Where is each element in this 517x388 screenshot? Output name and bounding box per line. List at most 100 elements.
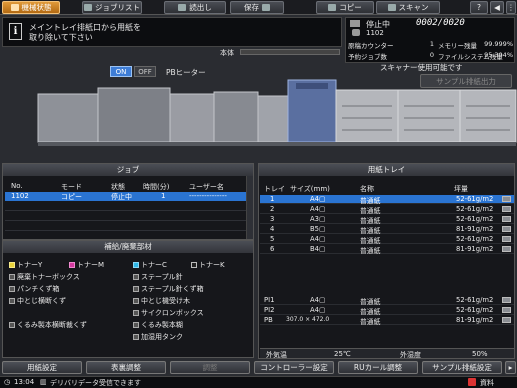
current-job-number: 1102 bbox=[366, 29, 384, 37]
paper-swatch-icon bbox=[502, 216, 511, 222]
next-arrow-icon[interactable]: ▸ bbox=[505, 361, 516, 374]
job-scrollbar[interactable] bbox=[246, 176, 253, 239]
unit-folder[interactable] bbox=[213, 91, 259, 143]
printer-icon bbox=[350, 20, 360, 27]
unit-relay[interactable] bbox=[257, 95, 289, 143]
tray-panel-title: 用紙トレイ bbox=[259, 164, 514, 176]
user-icon bbox=[352, 29, 360, 36]
paper-swatch-icon bbox=[502, 307, 511, 313]
paper-swatch-icon bbox=[502, 206, 511, 212]
unit-bookbinder[interactable] bbox=[97, 87, 171, 143]
scanner-status: スキャナー使用可能です bbox=[380, 63, 463, 72]
unit-main-body[interactable] bbox=[287, 79, 337, 143]
more-icon[interactable]: ⋮ bbox=[506, 1, 516, 14]
tray-row-3[interactable]: 3 A3▢ 普通紙 52-61g/m2 bbox=[260, 215, 514, 225]
message-panel: i メイントレイ排紙口から用紙を 取り除いて下さい bbox=[2, 17, 342, 47]
toner-y-icon bbox=[9, 262, 15, 268]
supply-toner-k: トナーK bbox=[191, 260, 225, 270]
job-table-header: No. モード 状態 時間(分) ユーザー名 bbox=[11, 182, 224, 191]
paper-settings-button[interactable]: 用紙設定 bbox=[2, 361, 82, 374]
supply-waste-toner: 廃棄トナーボックス bbox=[9, 272, 80, 282]
supply-cyclone-box: サイクロンボックス bbox=[133, 308, 204, 318]
environment-readout: 外気温 25℃ 外湿度 50% bbox=[260, 348, 514, 359]
tab-machine-status[interactable]: 機械状態 bbox=[2, 1, 60, 14]
tab-job-list[interactable]: ジョブリスト bbox=[82, 1, 142, 14]
job-row[interactable]: 1102 コピー 停止中 1 --------------- bbox=[5, 192, 251, 201]
copy-icon bbox=[328, 4, 337, 11]
tab-copy[interactable]: コピー bbox=[316, 1, 374, 14]
machine-icon bbox=[10, 4, 19, 11]
unit-paper-feeder-2[interactable] bbox=[397, 89, 461, 143]
job-list-icon bbox=[84, 4, 92, 11]
cyclone-box-icon bbox=[133, 310, 139, 316]
supply-binder-glue: くるみ製本糊 bbox=[133, 320, 183, 330]
job-panel-title: ジョブ bbox=[3, 164, 253, 176]
tray-row-pb[interactable]: PB 307.0 × 472.0 普通紙 81-91g/m2 bbox=[260, 316, 514, 326]
ru-curl-adjust-button[interactable]: RUカール調整 bbox=[338, 361, 418, 374]
status-panel: 停止中 0002/0020 1102 原稿カウンター 1 メモリー残量 99.9… bbox=[345, 17, 515, 63]
unit-paper-feeder-3[interactable] bbox=[459, 89, 517, 143]
tray-row-4[interactable]: 4 B5▢ 普通紙 81-91g/m2 bbox=[260, 225, 514, 235]
tray-table-header: トレイ サイズ(mm) 名称 坪量 bbox=[264, 185, 468, 193]
waste-toner-icon bbox=[9, 274, 15, 280]
save-icon bbox=[262, 4, 270, 11]
help-icon[interactable]: ? bbox=[470, 1, 488, 14]
toner-c-icon bbox=[133, 262, 139, 268]
paper-swatch-icon bbox=[502, 236, 511, 242]
supply-saddle-wood: 中とじ機受け木 bbox=[133, 296, 190, 306]
supply-punch-waste: パンチくず箱 bbox=[9, 284, 59, 294]
binder-trim-icon bbox=[9, 322, 15, 328]
tray-row-5[interactable]: 5 A4▢ 普通紙 52-61g/m2 bbox=[260, 235, 514, 245]
supply-humidifier-tank: 加湿用タンク bbox=[133, 332, 183, 342]
unit-finisher[interactable] bbox=[37, 93, 99, 143]
toner-m-icon bbox=[69, 262, 75, 268]
machine-illustration bbox=[37, 79, 517, 146]
alert-icon bbox=[468, 378, 476, 386]
job-panel: ジョブ No. モード 状態 時間(分) ユーザー名 1102 コピー 停止中 … bbox=[2, 163, 254, 240]
punch-waste-icon bbox=[9, 286, 15, 292]
body-status-bar bbox=[240, 49, 340, 55]
job-row-empty bbox=[5, 222, 251, 231]
heater-off-button[interactable]: OFF bbox=[134, 66, 156, 77]
saddle-wood-icon bbox=[133, 298, 139, 304]
supplies-panel-title: 補給/廃棄部材 bbox=[3, 241, 253, 253]
tray-row-2[interactable]: 2 A4▢ 普通紙 52-61g/m2 bbox=[260, 205, 514, 215]
tab-save[interactable]: 保存 bbox=[230, 1, 284, 14]
sample-output-settings-button[interactable]: サンプル排紙設定 bbox=[422, 361, 502, 374]
heater-on-button[interactable]: ON bbox=[110, 66, 132, 77]
supply-toner-y: トナーY bbox=[9, 260, 42, 270]
tab-recall[interactable]: 読出し bbox=[164, 1, 226, 14]
job-row-empty bbox=[5, 212, 251, 221]
binder-glue-icon bbox=[133, 322, 139, 328]
paper-swatch-icon bbox=[502, 297, 511, 303]
supply-binder-trim: くるみ製本横断裁くず bbox=[9, 320, 87, 330]
adjust-button[interactable]: 調整 bbox=[170, 361, 250, 374]
controller-settings-button[interactable]: コントローラー設定 bbox=[254, 361, 334, 374]
status-message: デリバリデータ受信できます bbox=[50, 379, 141, 387]
duplex-adjust-button[interactable]: 表裏調整 bbox=[86, 361, 166, 374]
tray-row-pi1[interactable]: PI1 A4▢ 普通紙 52-61g/m2 bbox=[260, 296, 514, 306]
tray-row-1[interactable]: 1 A4▢ 普通紙 52-61g/m2 bbox=[260, 195, 514, 205]
volume-icon[interactable]: ◀ bbox=[490, 1, 504, 14]
supplies-panel: 補給/廃棄部材 トナーY トナーM トナーC トナーK 廃棄トナーボックス ステ… bbox=[2, 240, 254, 358]
tray-row-pi2[interactable]: PI2 A4▢ 普通紙 52-61g/m2 bbox=[260, 306, 514, 316]
scanner-lid bbox=[296, 83, 328, 89]
clock-time: 13:04 bbox=[14, 378, 35, 386]
pb-heater-label: PBヒーター bbox=[166, 68, 206, 77]
job-row-empty bbox=[5, 202, 251, 211]
body-label: 本体 bbox=[220, 49, 234, 57]
unit-paper-feeder-1[interactable] bbox=[335, 89, 399, 143]
status-right-label: 資料 bbox=[480, 379, 494, 387]
clock-icon: ◷ bbox=[4, 378, 11, 386]
top-tab-bar: 機械状態 ジョブリスト 読出し 保存 コピー スキャン ? ◀ ⋮ bbox=[0, 0, 517, 15]
status-row-reserved: 予約ジョブ数 0 ファイルシステム残量 95.304% bbox=[348, 51, 513, 61]
supply-staples: ステープル針 bbox=[133, 272, 183, 282]
paper-swatch-icon bbox=[502, 226, 511, 232]
saddle-trim-icon bbox=[9, 298, 15, 304]
supply-toner-m: トナーM bbox=[69, 260, 104, 270]
unit-stacker[interactable] bbox=[169, 93, 215, 143]
message-line-2: 取り除いて下さい bbox=[29, 33, 93, 42]
tab-scan[interactable]: スキャン bbox=[376, 1, 440, 14]
tray-row-6[interactable]: 6 B4▢ 普通紙 81-91g/m2 bbox=[260, 245, 514, 255]
paper-swatch-icon bbox=[502, 246, 511, 252]
